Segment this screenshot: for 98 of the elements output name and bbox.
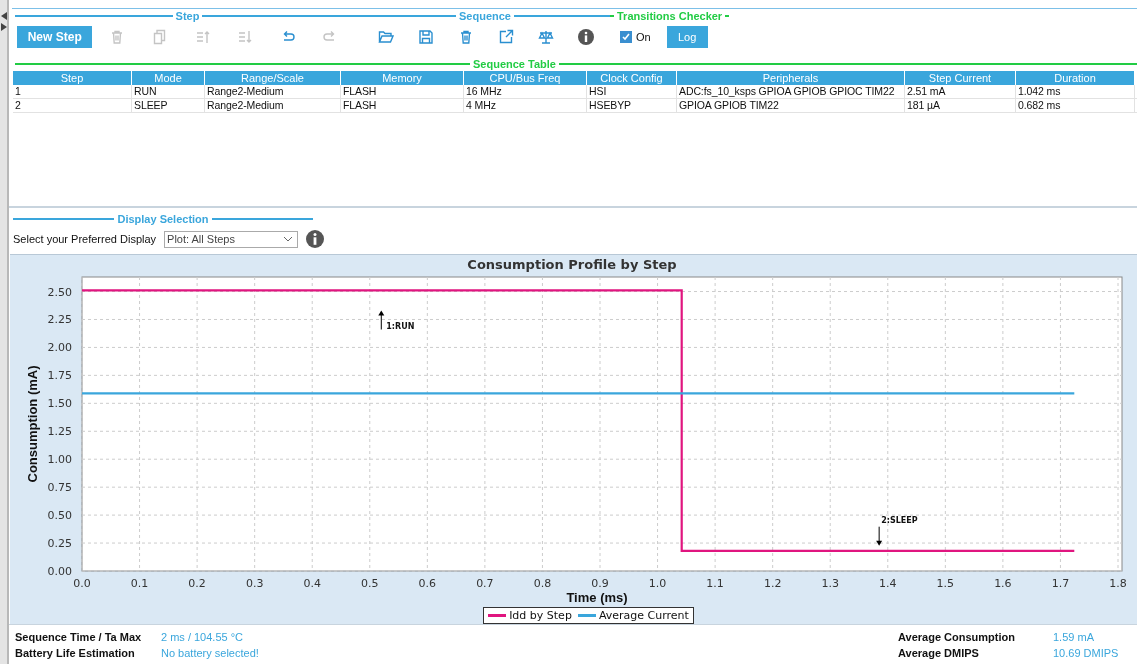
collapse-arrow-icon[interactable] <box>0 12 7 20</box>
display-label: Select your Preferred Display <box>13 233 157 245</box>
table-cell: 2.51 mA <box>905 85 1016 98</box>
x-tick-label: 0.0 <box>73 577 91 590</box>
table-cell: Range2-Medium <box>205 85 341 98</box>
table-title: Sequence Table <box>472 58 557 70</box>
y-tick-label: 1.50 <box>47 397 72 411</box>
x-tick-label: 0.1 <box>130 577 149 590</box>
table-cell: HSI <box>587 85 677 98</box>
y-tick-label: 2.00 <box>47 341 72 355</box>
summary-label: Battery Life Estimation <box>15 647 136 659</box>
y-tick-label: 0.25 <box>47 537 72 551</box>
table-cell: Range2-Medium <box>205 99 341 112</box>
table-cell: 4 MHz <box>464 99 587 112</box>
x-tick-label: 0.3 <box>245 577 264 590</box>
column-header[interactable]: Range/Scale <box>205 71 341 85</box>
save-icon <box>418 28 434 45</box>
y-tick-label: 0.00 <box>47 565 72 578</box>
x-tick-label: 0.5 <box>361 577 379 590</box>
column-header[interactable]: Step <box>13 71 132 85</box>
x-tick-label: 0.2 <box>188 577 206 590</box>
x-tick-label: 1.3 <box>821 577 839 590</box>
table-cell: SLEEP <box>132 99 205 112</box>
info-icon[interactable] <box>306 230 325 248</box>
column-header[interactable]: Step Current <box>905 71 1016 85</box>
table-cell: 1.042 ms <box>1016 85 1135 98</box>
scales-icon <box>538 28 554 45</box>
table-cell: FLASH <box>341 99 464 112</box>
table-cell: 2 <box>13 99 132 112</box>
y-tick-label: 1.75 <box>47 369 72 383</box>
sort-down-icon <box>237 28 254 45</box>
x-tick-label: 1.6 <box>994 577 1012 590</box>
folder-icon <box>378 28 394 45</box>
x-tick-label: 0.6 <box>418 577 437 590</box>
table-cell: ADC:fs_10_ksps GPIOA GPIOB GPIOC TIM22 <box>677 85 905 98</box>
checkbox[interactable] <box>620 30 632 43</box>
x-tick-label: 1.4 <box>879 577 897 590</box>
summary-value: 1.59 mA <box>1053 631 1095 643</box>
summary-label: Sequence Time / Ta Max <box>15 631 143 643</box>
legend-swatch-icon <box>488 614 507 617</box>
y-tick-label: 0.50 <box>47 509 72 523</box>
summary-value: 10.69 DMIPS <box>1053 647 1120 659</box>
group-title: Step <box>174 10 201 22</box>
column-header[interactable]: Duration <box>1016 71 1135 85</box>
table-cell: GPIOA GPIOB TIM22 <box>677 99 905 112</box>
x-tick-label: 0.7 <box>476 577 494 590</box>
x-tick-label: 1.0 <box>648 577 667 590</box>
table-cell: 181 µA <box>905 99 1016 112</box>
x-tick-label: 0.4 <box>303 577 321 590</box>
y-tick-label: 1.00 <box>47 453 72 467</box>
column-header[interactable]: Clock Config <box>587 71 677 85</box>
table-cell: 1 <box>13 85 132 98</box>
column-header[interactable]: Peripherals <box>677 71 905 85</box>
info-icon <box>578 28 594 45</box>
x-tick-label: 0.9 <box>591 577 609 590</box>
new-step-button[interactable]: New Step <box>17 25 93 48</box>
table-cell: FLASH <box>341 85 464 98</box>
chart-title: Consumption Profile by Step <box>467 257 677 272</box>
display-dropdown[interactable]: Plot: All Steps <box>164 230 299 248</box>
legend-label: Idd by Step <box>509 609 572 622</box>
y-tick-label: 1.25 <box>47 425 72 439</box>
summary-label: Average DMIPS <box>898 647 980 659</box>
checkbox-label: On <box>636 30 651 43</box>
x-tick-label: 1.7 <box>1051 577 1070 590</box>
group-title: Transitions Checker <box>616 10 724 22</box>
x-tick-label: 1.5 <box>936 577 955 590</box>
column-header[interactable]: Memory <box>341 71 464 85</box>
annotation-arrow <box>378 310 385 330</box>
y-axis-label: Consumption (mA) <box>25 365 40 483</box>
legend-label: Average Current <box>598 609 689 622</box>
x-tick-label: 0.8 <box>533 577 552 590</box>
x-axis-label: Time (ms) <box>566 590 628 605</box>
y-tick-label: 0.75 <box>47 481 72 495</box>
table-cell: HSEBYP <box>587 99 677 112</box>
table-cell: 16 MHz <box>464 85 587 98</box>
chevron-down-icon <box>283 236 294 242</box>
column-header[interactable]: Mode <box>132 71 205 85</box>
annotation-label: 1:RUN <box>386 322 415 332</box>
summary-value: 2 ms / 104.55 °C <box>161 631 244 643</box>
table-cell: 0.682 ms <box>1016 99 1135 112</box>
trash-icon <box>458 28 474 45</box>
y-tick-label: 2.50 <box>47 285 72 299</box>
column-header[interactable]: CPU/Bus Freq <box>464 71 587 85</box>
x-tick-label: 1.8 <box>1109 577 1127 590</box>
annotation-label: 2:SLEEP <box>881 515 918 525</box>
log-button[interactable]: Log <box>666 25 708 48</box>
summary-value: No battery selected! <box>161 647 259 659</box>
expand-arrow-icon[interactable] <box>0 23 7 31</box>
group-title: Sequence <box>458 10 512 22</box>
legend-swatch-icon <box>577 614 596 617</box>
annotation-arrow <box>876 526 883 546</box>
export-icon <box>498 28 514 45</box>
y-tick-label: 2.25 <box>47 313 72 327</box>
x-tick-label: 1.1 <box>706 577 724 590</box>
x-tick-label: 1.2 <box>763 577 782 590</box>
summary-label: Average Consumption <box>898 631 1016 643</box>
section-title: Display Selection <box>116 213 210 225</box>
table-cell: RUN <box>132 85 205 98</box>
